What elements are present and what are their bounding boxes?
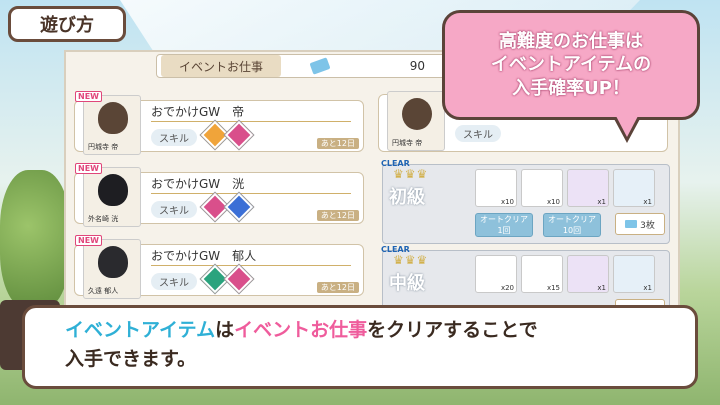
reward-items: x10 x10 x1 x1 (475, 169, 655, 207)
character-portrait: 久遠 郁人 (83, 239, 141, 299)
days-remaining: あと12日 (316, 282, 359, 293)
character-portrait: 外名崎 洸 (83, 167, 141, 227)
item-qty: x10 (546, 198, 560, 206)
skill-gems (200, 192, 254, 222)
card-item-icon: x20 (475, 255, 517, 293)
header-bar: イベントお仕事 90 (156, 54, 446, 78)
auto-clear-label: オートクリア (548, 215, 596, 224)
gem-item-icon: x1 (567, 169, 609, 207)
days-remaining: あと12日 (316, 138, 359, 149)
card-item-icon: x15 (521, 255, 563, 293)
bubble-line: 入手確率UP！ (512, 77, 630, 99)
divider (151, 121, 351, 122)
hint-bubble: 高難度のお仕事は イベントアイテムの 入手確率UP！ (442, 10, 700, 143)
new-badge: NEW (75, 235, 102, 246)
highlight-event-work: イベントお仕事 (234, 319, 368, 341)
ticket-icon (309, 57, 331, 75)
highlight-event-item: イベントアイテム (65, 319, 216, 341)
item-qty: x15 (546, 284, 560, 292)
crown-rating: ♛♛♛ (393, 167, 429, 181)
item-qty: x1 (643, 198, 652, 206)
gem-item-icon: x1 (567, 255, 609, 293)
auto-clear-count: 1回 (497, 226, 511, 235)
skill-label: スキル (151, 273, 197, 290)
auto-clear-label: オートクリア (480, 215, 528, 224)
character-hair (98, 246, 128, 278)
tree (0, 170, 70, 310)
auto-clear-count: 10回 (562, 226, 582, 235)
character-hair (98, 102, 128, 134)
divider (151, 193, 351, 194)
reward-items: x20 x15 x1 x1 (475, 255, 655, 293)
bubble-line: イベントアイテムの (490, 54, 652, 76)
character-portrait: 円城寺 帝 (83, 95, 141, 155)
tier-label: 中級 (389, 273, 425, 294)
days-remaining: あと12日 (316, 210, 359, 221)
message-text: は (215, 319, 235, 341)
auto-clear-1-button[interactable]: オートクリア 1回 (475, 213, 533, 237)
work-card[interactable]: 円城寺 帝 NEW おでかけGW 帝 スキル あと12日 (74, 91, 364, 155)
tier-label: 初級 (389, 187, 425, 208)
card-name: おでかけGW 洸 (151, 177, 245, 191)
skill-label: スキル (455, 125, 501, 142)
divider (151, 265, 351, 266)
blue-skill-icon (224, 192, 254, 222)
pink-skill-icon (224, 120, 254, 150)
message-line2: 入手できます。 (65, 347, 197, 370)
ticket-icon (625, 220, 638, 228)
skill-gems (200, 264, 254, 294)
crown-rating: ♛♛♛ (393, 253, 429, 267)
new-badge: NEW (75, 91, 102, 102)
card-name: おでかけGW 帝 (151, 105, 245, 119)
card-item-icon: x10 (521, 169, 563, 207)
item-qty: x10 (500, 198, 514, 206)
skill-label: スキル (151, 129, 197, 146)
skill-gems (200, 120, 254, 150)
portrait-signature: 円城寺 帝 (392, 139, 423, 147)
card-name: おでかけGW 郁人 (151, 249, 257, 263)
ticket-count: 90 (409, 59, 425, 73)
new-badge: NEW (75, 163, 102, 174)
message-box: イベントアイテムはイベントお仕事をクリアすることで 入手できます。 (22, 305, 698, 389)
portrait-signature: 久遠 郁人 (88, 287, 119, 295)
pink-skill-icon (224, 264, 254, 294)
portrait-signature: 円城寺 帝 (88, 143, 119, 151)
item-qty: x1 (597, 198, 606, 206)
character-hair (98, 174, 128, 206)
auto-clear-10-button[interactable]: オートクリア 10回 (543, 213, 601, 237)
message-text: をクリアすることで (367, 319, 538, 341)
skill-label: スキル (151, 201, 197, 218)
bubble-tail-inner (616, 116, 638, 137)
item-qty: x1 (643, 284, 652, 292)
item-qty: x1 (597, 284, 606, 292)
character-hair (402, 98, 432, 130)
page-title: 遊び方 (8, 6, 126, 42)
ticket-cost-button[interactable]: 3枚 (615, 213, 665, 235)
work-card[interactable]: 外名崎 洸 NEW おでかけGW 洸 スキル あと12日 (74, 163, 364, 227)
tier-beginner[interactable]: CLEAR ♛♛♛ 初級 x10 x10 x1 x1 オートクリア 1回 オート… (381, 159, 670, 244)
card-item-icon: x10 (475, 169, 517, 207)
portrait-signature: 外名崎 洸 (88, 215, 119, 223)
book-item-icon: x1 (613, 255, 655, 293)
book-item-icon: x1 (613, 169, 655, 207)
item-qty: x20 (500, 284, 514, 292)
tab-event-work[interactable]: イベントお仕事 (161, 55, 281, 77)
bubble-line: 高難度のお仕事は (499, 30, 643, 52)
work-card[interactable]: 久遠 郁人 NEW おでかけGW 郁人 スキル あと12日 (74, 235, 364, 299)
character-portrait: 円城寺 帝 (387, 91, 445, 151)
ticket-cost: 3枚 (640, 220, 655, 231)
